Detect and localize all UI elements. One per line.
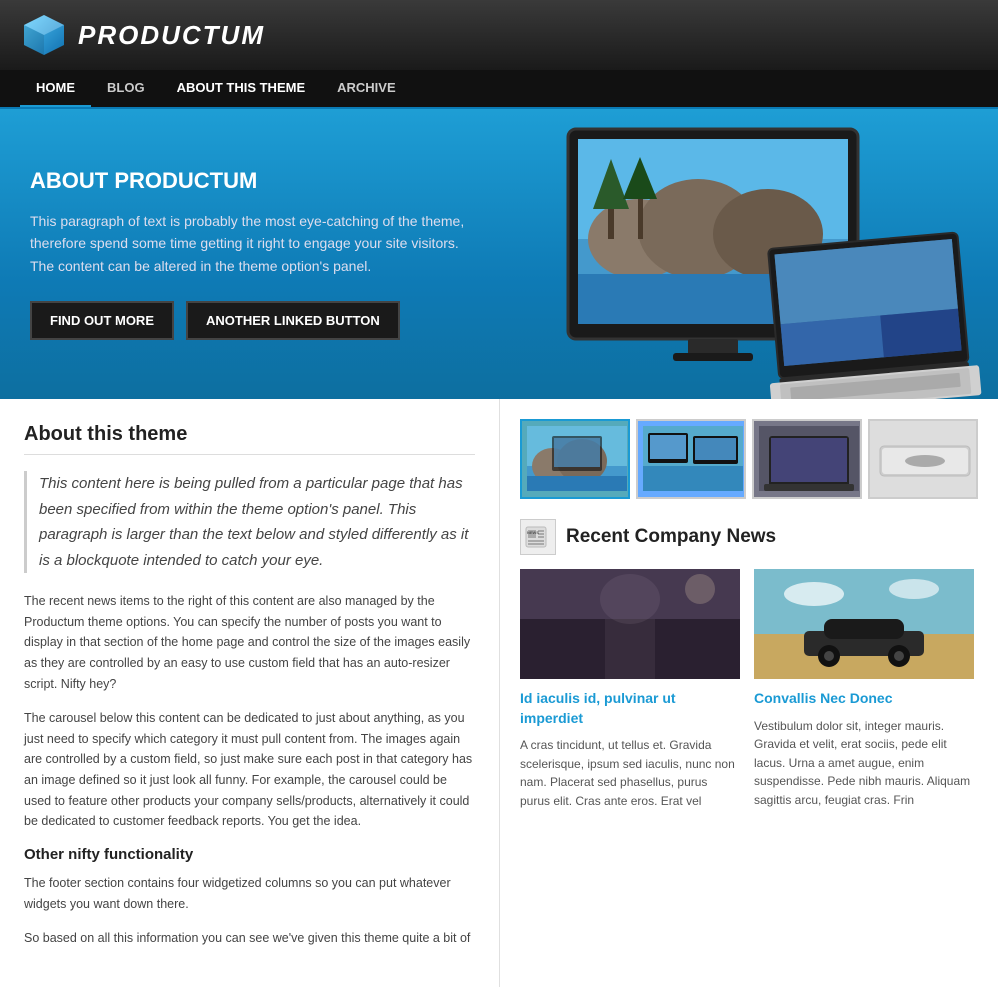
- nav-link-archive[interactable]: ARCHIVE: [321, 70, 412, 105]
- hero-buttons: FIND OUT MORE ANOTHER LINKED BUTTON: [30, 301, 480, 340]
- main-content: About this theme This content here is be…: [0, 399, 998, 987]
- blockquote-text: This content here is being pulled from a…: [24, 471, 475, 573]
- news-image-1: [520, 569, 740, 679]
- newspaper-icon: NEWS: [524, 523, 552, 551]
- nav-item-home[interactable]: HOME: [20, 70, 91, 107]
- news-image-2: [754, 569, 974, 679]
- monitor-svg: [478, 109, 998, 399]
- nav-list: HOME BLOG ABOUT THIS THEME ARCHIVE: [20, 70, 978, 107]
- content-para-4: So based on all this information you can…: [24, 928, 475, 949]
- recent-news-header: NEWS Recent Company News: [520, 519, 960, 555]
- logo-icon: [20, 11, 68, 59]
- nav-item-archive[interactable]: ARCHIVE: [321, 70, 412, 107]
- thumbnail-row: [520, 419, 960, 499]
- sidebar: NEWS Recent Company News: [500, 399, 980, 987]
- content-para-1: The recent news items to the right of th…: [24, 591, 475, 694]
- nav-link-home[interactable]: HOME: [20, 70, 91, 107]
- hero-text: This paragraph of text is probably the m…: [30, 210, 480, 277]
- thumbnail-3[interactable]: [752, 419, 862, 499]
- hero-content: ABOUT PRODUCTUM This paragraph of text i…: [0, 138, 510, 370]
- svg-text:NEWS: NEWS: [527, 530, 539, 535]
- hero-title: ABOUT PRODUCTUM: [30, 168, 480, 194]
- content-area: About this theme This content here is be…: [0, 399, 500, 987]
- nav-item-blog[interactable]: BLOG: [91, 70, 161, 107]
- content-para-2: The carousel below this content can be d…: [24, 708, 475, 832]
- thumbnail-2[interactable]: [636, 419, 746, 499]
- header: PRODUCTUM: [0, 0, 998, 70]
- news-icon: NEWS: [520, 519, 556, 555]
- news-body-1: A cras tincidunt, ut tellus et. Gravida …: [520, 736, 740, 810]
- nav-link-blog[interactable]: BLOG: [91, 70, 161, 105]
- thumbnail-4[interactable]: [868, 419, 978, 499]
- sub-title: Other nifty functionality: [24, 846, 475, 863]
- news-grid: Id iaculis id, pulvinar ut imperdiet A c…: [520, 569, 960, 811]
- nav-item-about[interactable]: ABOUT THIS THEME: [161, 70, 322, 107]
- logo[interactable]: PRODUCTUM: [20, 11, 265, 59]
- news-link-2[interactable]: Convallis Nec Donec: [754, 689, 974, 709]
- nav-link-about[interactable]: ABOUT THIS THEME: [161, 70, 322, 105]
- news-card-1: Id iaculis id, pulvinar ut imperdiet A c…: [520, 569, 740, 811]
- news-link-1[interactable]: Id iaculis id, pulvinar ut imperdiet: [520, 689, 740, 728]
- thumbnail-1[interactable]: [520, 419, 630, 499]
- hero-section: ABOUT PRODUCTUM This paragraph of text i…: [0, 109, 998, 399]
- find-out-more-button[interactable]: FIND OUT MORE: [30, 301, 174, 340]
- section-title: About this theme: [24, 423, 475, 455]
- logo-text: PRODUCTUM: [78, 20, 265, 51]
- navigation: HOME BLOG ABOUT THIS THEME ARCHIVE: [0, 70, 998, 109]
- news-card-2: Convallis Nec Donec Vestibulum dolor sit…: [754, 569, 974, 811]
- news-body-2: Vestibulum dolor sit, integer mauris. Gr…: [754, 717, 974, 810]
- recent-news-title: Recent Company News: [566, 526, 776, 548]
- hero-illustration: [478, 109, 998, 399]
- another-linked-button[interactable]: ANOTHER LINKED BUTTON: [186, 301, 400, 340]
- content-para-3: The footer section contains four widgeti…: [24, 873, 475, 914]
